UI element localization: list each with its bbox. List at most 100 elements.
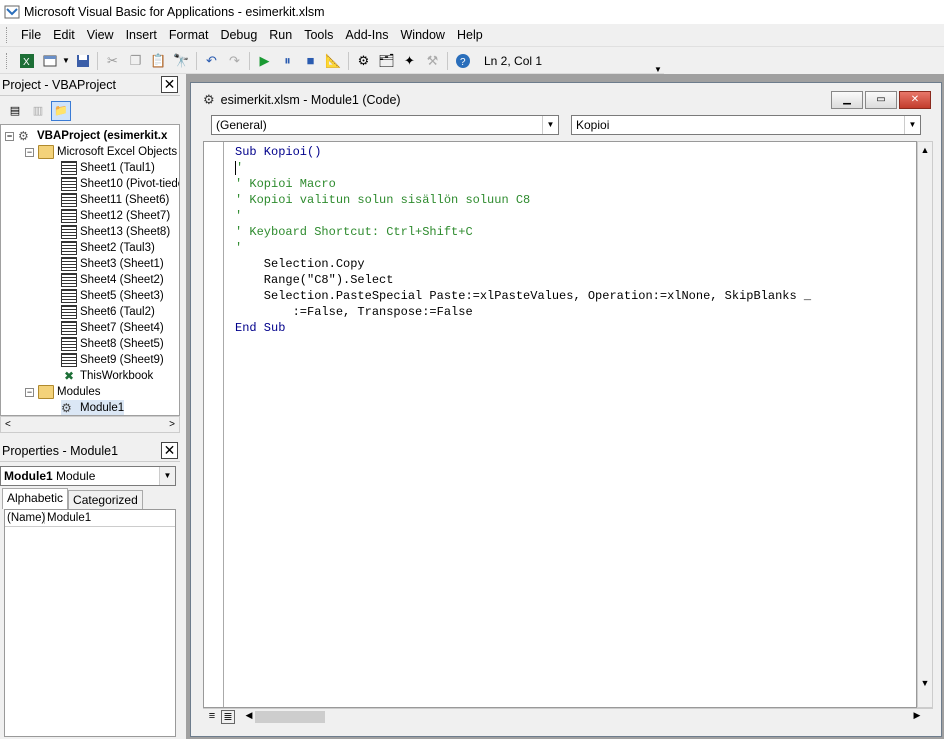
code-editor[interactable]: Sub Kopioi() ' ' Kopioi Macro ' Kopioi vali… [203, 141, 917, 708]
toolbar-options-icon[interactable]: ▼ [654, 50, 662, 74]
run-icon[interactable]: ▶ [253, 50, 276, 72]
tree-sheet[interactable]: Sheet12 (Sheet7) [61, 208, 170, 224]
tree-workbook[interactable]: ✖ ThisWorkbook [61, 368, 153, 384]
code-line[interactable]: ' Kopioi valitun solun sisällön soluun C… [235, 192, 811, 208]
project-close-button[interactable]: ✕ [161, 76, 178, 93]
menu-run[interactable]: Run [263, 28, 298, 42]
tree-modules[interactable]: − Modules [25, 384, 100, 400]
scroll-up-icon[interactable]: ▲ [918, 142, 932, 158]
menu-help[interactable]: Help [451, 28, 489, 42]
procedure-combo[interactable]: Kopioi ▼ [571, 115, 921, 135]
menu-file[interactable]: File [15, 28, 47, 42]
redo-icon[interactable]: ↷ [223, 50, 246, 72]
properties-close-button[interactable]: ✕ [161, 442, 178, 459]
scroll-left-icon[interactable]: < [5, 419, 11, 430]
code-line[interactable]: Selection.Copy [235, 256, 811, 272]
chevron-down-icon[interactable]: ▼ [159, 467, 175, 485]
save-icon[interactable] [71, 50, 94, 72]
tree-sheet[interactable]: Sheet5 (Sheet3) [61, 288, 164, 304]
module-icon: ⚙ [203, 92, 215, 107]
project-explorer-icon[interactable]: ⚙ [352, 50, 375, 72]
code-line[interactable]: ' [235, 240, 811, 256]
tree-sheet[interactable]: Sheet7 (Sheet4) [61, 320, 164, 336]
property-value[interactable]: Module1 [45, 512, 91, 524]
design-mode-icon[interactable]: 📐 [322, 50, 345, 72]
view-code-icon[interactable]: ▤ [5, 101, 25, 121]
code-line[interactable]: ' Keyboard Shortcut: Ctrl+Shift+C [235, 224, 811, 240]
dropdown-arrow-icon[interactable]: ▼ [61, 50, 71, 72]
tree-sheet[interactable]: Sheet3 (Sheet1) [61, 256, 164, 272]
chevron-down-icon[interactable]: ▼ [904, 116, 920, 134]
tree-sheet[interactable]: Sheet4 (Sheet2) [61, 272, 164, 288]
project-hscroll[interactable]: < > [0, 416, 180, 433]
menu-format[interactable]: Format [163, 28, 215, 42]
copy-icon[interactable]: ❐ [124, 50, 147, 72]
tree-sheet[interactable]: Sheet9 (Sheet9) [61, 352, 164, 368]
scroll-thumb[interactable] [255, 711, 325, 723]
tab-categorized[interactable]: Categorized [68, 490, 143, 509]
collapse-icon[interactable]: − [25, 147, 34, 157]
tree-sheet[interactable]: Sheet13 (Sheet8) [61, 224, 170, 240]
menu-insert[interactable]: Insert [120, 28, 163, 42]
code-text[interactable]: Sub Kopioi() ' ' Kopioi Macro ' Kopioi vali… [235, 144, 811, 336]
code-line[interactable]: Sub Kopioi() [235, 144, 811, 160]
code-line[interactable]: ' [235, 208, 811, 224]
maximize-button[interactable]: ▭ [865, 91, 897, 109]
object-combo[interactable]: (General) ▼ [211, 115, 559, 135]
menu-addins[interactable]: Add-Ins [339, 28, 394, 42]
tree-sheet[interactable]: Sheet8 (Sheet5) [61, 336, 164, 352]
paste-icon[interactable]: 📋 [147, 50, 170, 72]
tree-excel-objects[interactable]: − Microsoft Excel Objects [25, 144, 177, 160]
insert-userform-icon[interactable] [38, 50, 61, 72]
tree-sheet[interactable]: Sheet6 (Taul2) [61, 304, 155, 320]
property-row[interactable]: (Name) Module1 [5, 510, 175, 527]
collapse-icon[interactable]: − [25, 387, 34, 397]
tab-alphabetic[interactable]: Alphabetic [2, 488, 69, 509]
code-line[interactable]: Selection.PasteSpecial Paste:=xlPasteVal… [235, 288, 811, 304]
toolbox-icon[interactable]: ⚒ [421, 50, 444, 72]
minimize-button[interactable]: ▁ [831, 91, 863, 109]
code-vscroll[interactable]: ▲ ▼ [917, 141, 933, 708]
code-line[interactable]: :=False, Transpose:=False [235, 304, 811, 320]
view-object-icon[interactable]: ▥ [28, 101, 48, 121]
break-icon[interactable]: ⏸ [276, 50, 299, 72]
help-icon[interactable]: ? [451, 50, 474, 72]
menu-grip[interactable] [6, 27, 9, 43]
tree-sheet[interactable]: Sheet2 (Taul3) [61, 240, 155, 256]
menu-window[interactable]: Window [395, 28, 451, 42]
menu-tools[interactable]: Tools [298, 28, 339, 42]
scroll-down-icon[interactable]: ▼ [918, 675, 932, 691]
close-button[interactable]: ✕ [899, 91, 931, 109]
procedure-view-icon[interactable]: ≡ [205, 710, 219, 724]
tree-sheet[interactable]: Sheet11 (Sheet6) [61, 192, 169, 208]
toggle-folders-icon[interactable]: 📁 [51, 100, 71, 121]
code-line[interactable]: ' Kopioi Macro [235, 176, 811, 192]
properties-object-select[interactable]: Module1 Module ▼ [0, 466, 176, 486]
object-browser-icon[interactable]: ✦ [398, 50, 421, 72]
toolbar-grip[interactable] [6, 52, 9, 69]
tree-sheet[interactable]: Sheet1 (Taul1) [61, 160, 155, 176]
excel-view-icon[interactable]: X [15, 50, 38, 72]
properties-window-icon[interactable]: 🗂 [375, 50, 398, 72]
menu-debug[interactable]: Debug [214, 28, 263, 42]
collapse-icon[interactable]: − [5, 131, 14, 141]
tree-project-root[interactable]: − ⚙ VBAProject (esimerkit.x [5, 128, 167, 144]
undo-icon[interactable]: ↶ [200, 50, 223, 72]
scroll-right-icon[interactable]: > [169, 419, 175, 430]
code-line[interactable]: End Sub [235, 320, 811, 336]
code-hscroll[interactable]: ◀ ▶ [243, 710, 923, 724]
cut-icon[interactable]: ✂ [101, 50, 124, 72]
full-module-view-icon[interactable]: ≣ [221, 709, 235, 724]
code-line[interactable]: ' [235, 160, 811, 176]
menu-view[interactable]: View [81, 28, 120, 42]
scroll-left-icon[interactable]: ◀ [243, 710, 255, 721]
menu-edit[interactable]: Edit [47, 28, 81, 42]
reset-icon[interactable]: ■ [299, 50, 322, 72]
margin-indicator-bar[interactable] [204, 142, 224, 707]
code-line[interactable]: Range("C8").Select [235, 272, 811, 288]
tree-sheet[interactable]: Sheet10 (Pivot-tiedo [61, 176, 179, 192]
chevron-down-icon[interactable]: ▼ [542, 116, 558, 134]
tree-module[interactable]: ⚙ Module1 [61, 400, 125, 415]
scroll-right-icon[interactable]: ▶ [911, 710, 923, 721]
find-icon[interactable]: 🔭 [170, 50, 193, 72]
